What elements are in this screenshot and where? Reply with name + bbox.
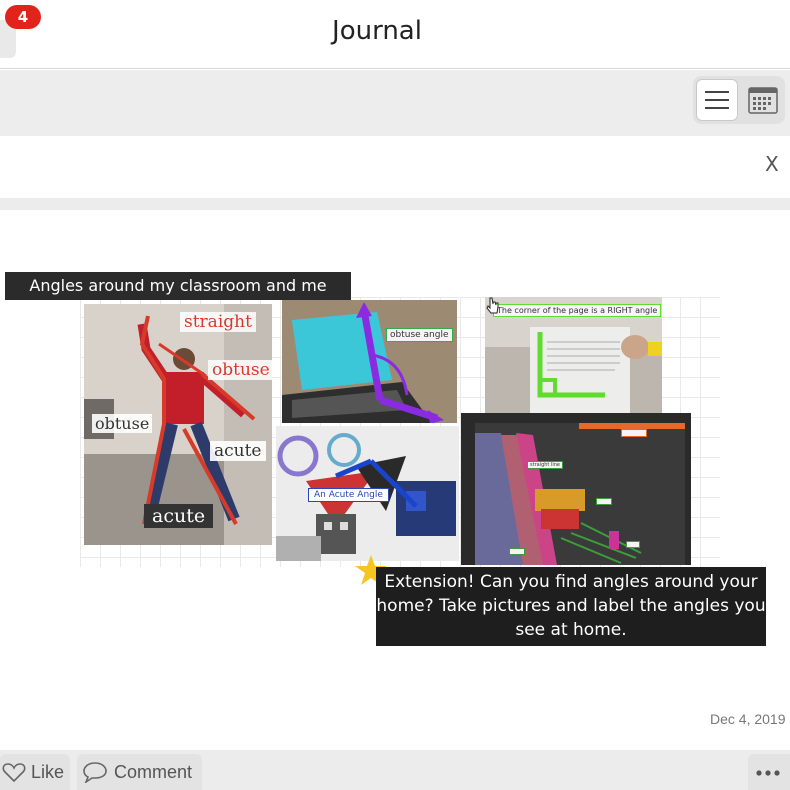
shelf-label-tag xyxy=(621,429,647,437)
photo-person-angles[interactable]: straight obtuse obtuse acute acute xyxy=(84,304,272,545)
list-icon xyxy=(705,91,729,109)
calendar-view-button[interactable] xyxy=(742,79,784,121)
post-date: Dec 4, 2019 xyxy=(710,711,786,727)
journal-post: Angles around my classroom and me straig… xyxy=(0,210,790,750)
page-title: Journal xyxy=(332,16,422,46)
label-acute-angle: An Acute Angle xyxy=(308,488,389,502)
speech-bubble-icon xyxy=(83,762,107,783)
photo-paper-right-angle[interactable]: The corner of the page is a RIGHT angle xyxy=(485,297,662,413)
view-toolbar xyxy=(0,70,790,136)
mouse-cursor-icon xyxy=(486,297,499,314)
shelf-label-tag xyxy=(626,541,640,548)
shelf-label-tag xyxy=(509,548,525,555)
label-obtuse-angle: obtuse angle xyxy=(386,328,453,342)
heart-icon xyxy=(2,763,26,783)
more-options-button[interactable] xyxy=(748,754,790,790)
comment-button[interactable]: Comment xyxy=(77,754,202,790)
list-view-button[interactable] xyxy=(696,79,738,121)
photo-bookshelf-angles[interactable]: straight line xyxy=(461,413,691,565)
label-obtuse-left: obtuse xyxy=(92,414,153,433)
view-toggle xyxy=(693,76,785,124)
calendar-icon xyxy=(748,87,778,114)
label-straight: straight xyxy=(180,312,256,332)
like-label: Like xyxy=(31,762,65,782)
label-acute-right: acute xyxy=(210,441,266,461)
post-close-bar: X xyxy=(0,136,790,198)
shelf-label-tag xyxy=(596,498,612,505)
label-obtuse-right: obtuse xyxy=(208,360,272,380)
photo-laptop-angle[interactable]: obtuse angle xyxy=(282,300,457,423)
post-actions-bar: Like Comment xyxy=(0,750,790,790)
comment-label: Comment xyxy=(114,762,193,782)
close-button[interactable]: X xyxy=(765,152,779,176)
ellipsis-icon xyxy=(756,770,780,776)
extension-caption: Extension! Can you find angles around yo… xyxy=(376,567,766,646)
label-straight-line: straight line xyxy=(527,461,563,469)
divider xyxy=(0,198,790,210)
like-button[interactable]: Like xyxy=(0,754,70,790)
bookshelf-photo-drawing xyxy=(461,413,691,565)
app-header: 4 Journal xyxy=(0,0,790,69)
label-right-angle: The corner of the page is a RIGHT angle xyxy=(493,304,662,317)
collage-title-caption: Angles around my classroom and me xyxy=(5,272,351,300)
laptop-photo-drawing xyxy=(282,300,457,423)
label-acute-bottom: acute xyxy=(144,504,214,528)
photo-acute-angle-art[interactable]: An Acute Angle xyxy=(276,426,459,561)
